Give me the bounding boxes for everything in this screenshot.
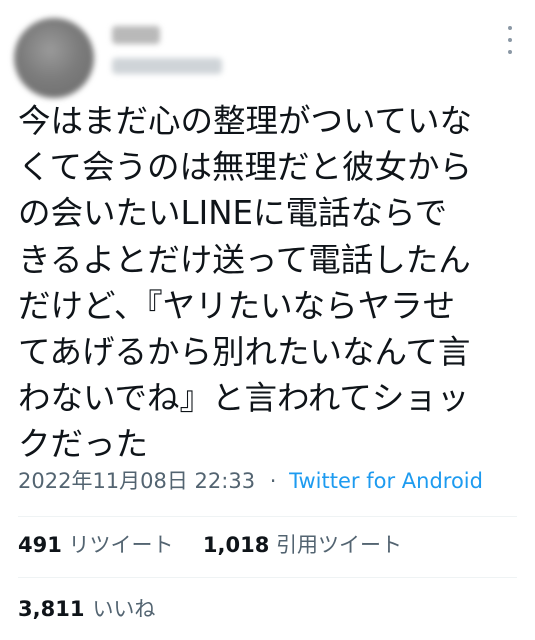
- tweet-header: [0, 0, 535, 100]
- more-vertical-icon[interactable]: [503, 26, 517, 54]
- retweets-label: リツイート: [68, 533, 174, 557]
- dot: [508, 26, 512, 30]
- tweet-line: くて会うのは無理だと彼女から: [18, 148, 473, 187]
- tweet-line: わないでね』と言われてショッ: [18, 379, 470, 418]
- retweets-count: 491: [18, 533, 62, 557]
- dot: [508, 38, 512, 42]
- tweet-line: きるよとだけ送って電話したん: [18, 240, 471, 279]
- likes-label: いいね: [92, 597, 156, 621]
- avatar[interactable]: [14, 18, 94, 98]
- likes-count: 3,811: [18, 597, 85, 621]
- quotes-stat[interactable]: 1,018 引用ツイート: [203, 533, 402, 557]
- divider: [18, 516, 517, 517]
- likes-stat[interactable]: 3,811 いいね: [18, 594, 155, 624]
- dot: [508, 50, 512, 54]
- tweet-line: 今はまだ心の整理がついていな: [18, 102, 473, 140]
- tweet-line: だけど、『ヤリたいならヤラせ: [18, 286, 456, 325]
- tweet-line: クだった: [18, 425, 149, 464]
- source-link[interactable]: Twitter for Android: [289, 469, 483, 493]
- display-name-blurred[interactable]: [112, 26, 160, 44]
- quotes-count: 1,018: [202, 533, 270, 557]
- separator-dot: ·: [269, 469, 277, 493]
- timestamp[interactable]: 2022年11月08日 22:33: [18, 469, 255, 493]
- divider: [18, 577, 517, 578]
- handle-blurred[interactable]: [112, 58, 222, 74]
- tweet-text: 今はまだ心の整理がついていな くて会うのは無理だと彼女から の会いたいLINEに…: [18, 98, 528, 468]
- tweet-metadata: 2022年11月08日 22:33 · Twitter for Android: [18, 466, 528, 496]
- engagement-stats: 491 リツイート 1,018 引用ツイート: [18, 530, 402, 560]
- tweet-line: てあげるから別れたいなんて言: [18, 333, 471, 372]
- quotes-label: 引用ツイート: [276, 533, 403, 557]
- tweet-line: の会いたいLINEに電話ならで: [18, 194, 448, 233]
- retweets-stat[interactable]: 491 リツイート: [18, 533, 180, 557]
